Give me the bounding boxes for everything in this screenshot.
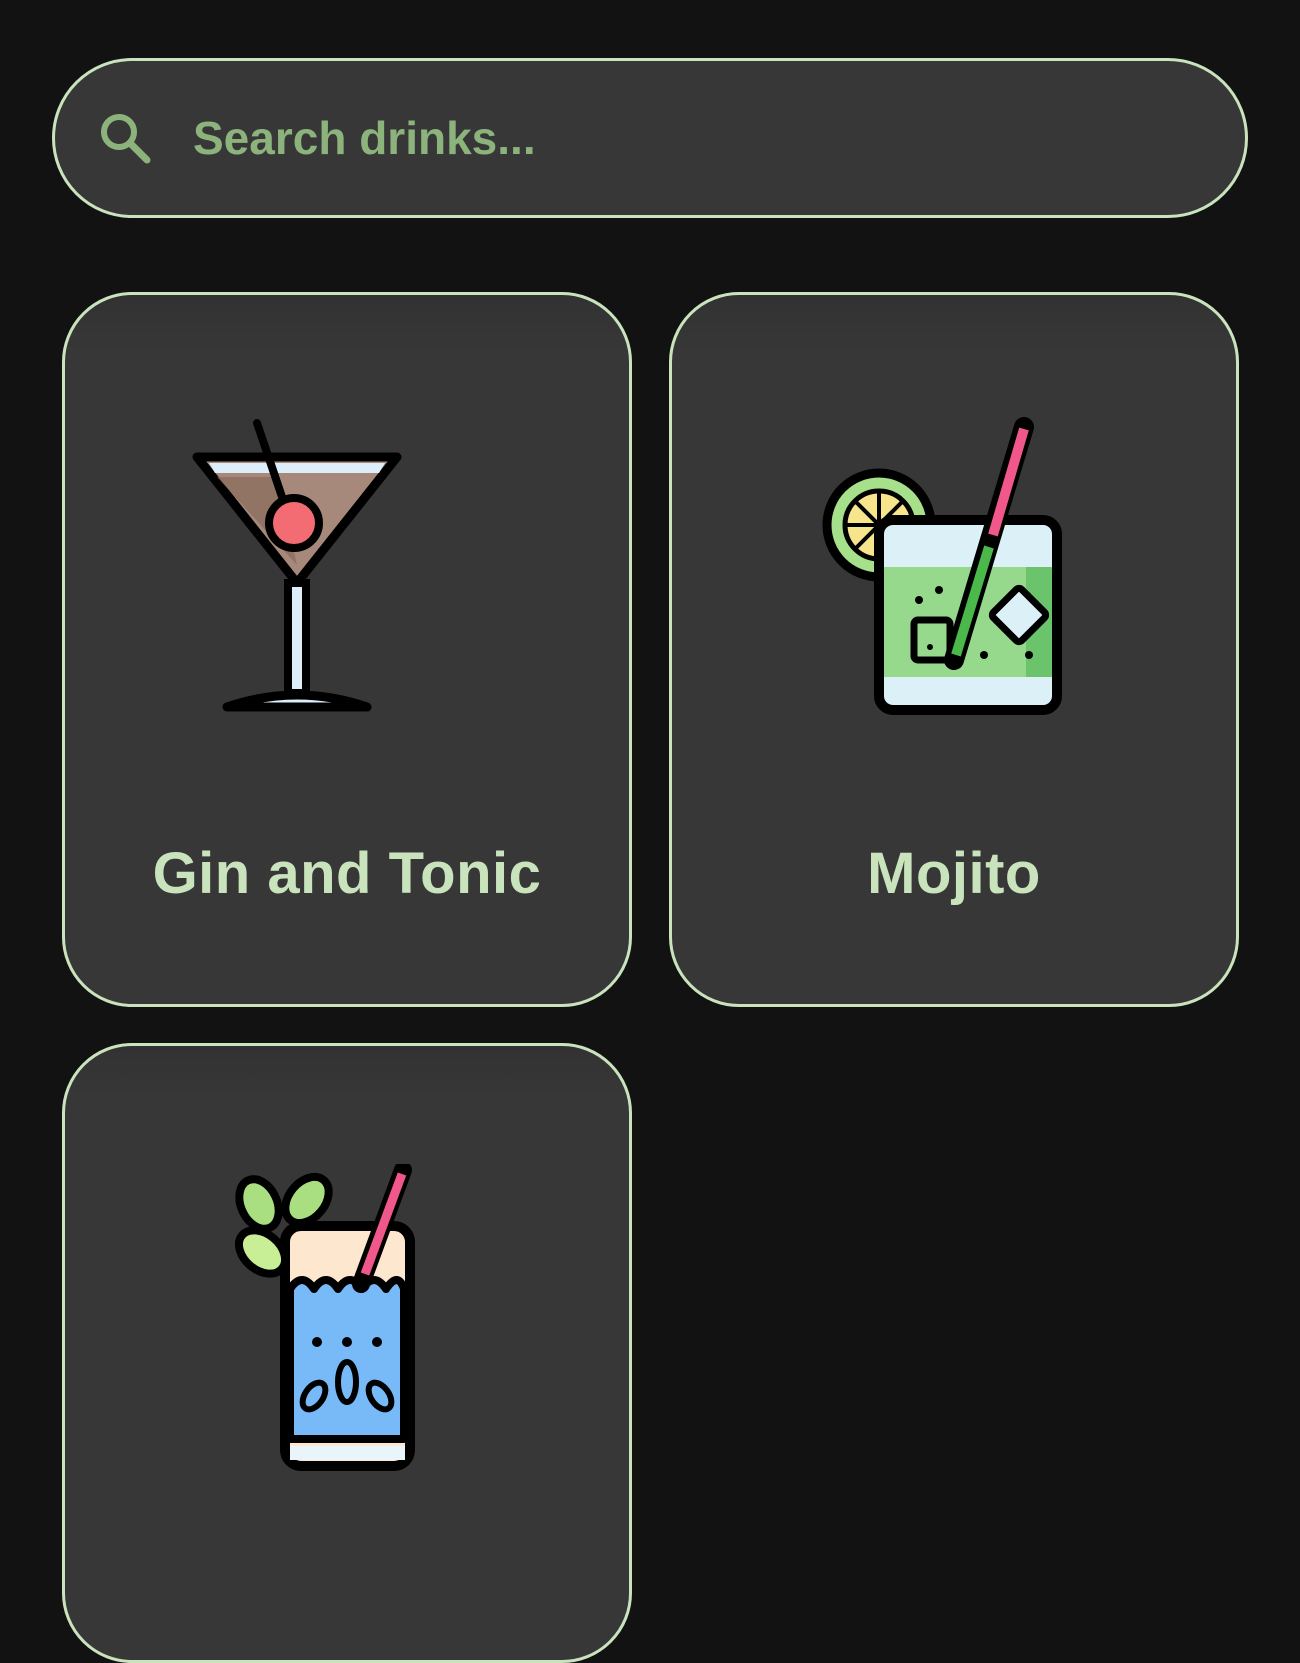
drink-card-gin-and-tonic[interactable]: Gin and Tonic: [62, 292, 632, 1007]
drink-card-mojito[interactable]: Mojito: [669, 292, 1239, 1007]
drink-card-label: Gin and Tonic: [152, 841, 542, 906]
drink-card-label: Mojito: [867, 841, 1041, 906]
search-icon: [101, 114, 151, 164]
martini-glass-icon: [192, 419, 402, 712]
lime-cocktail-icon: [822, 417, 1062, 715]
blue-cocktail-icon: [234, 1164, 415, 1471]
search-input[interactable]: [193, 61, 1205, 215]
drink-card-blue-cocktail[interactable]: [62, 1043, 632, 1663]
search-bar[interactable]: [52, 58, 1248, 218]
